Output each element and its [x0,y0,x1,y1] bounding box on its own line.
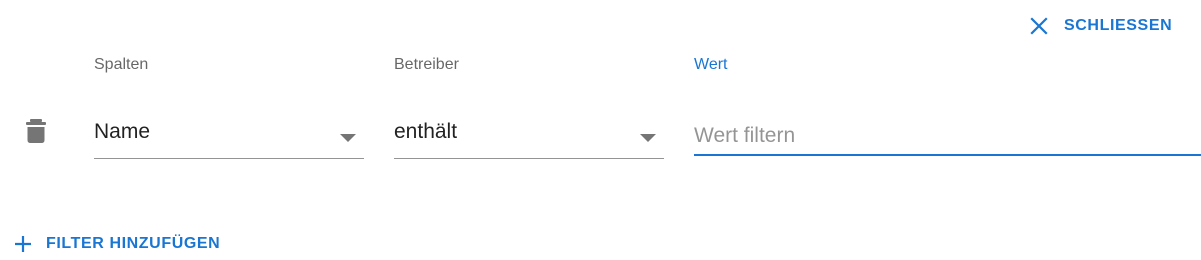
plus-icon [14,235,32,253]
add-filter-button[interactable]: FILTER HINZUFÜGEN [14,228,220,260]
close-icon [1030,17,1048,35]
dropdown-arrow-icon [640,129,656,147]
add-filter-label: FILTER HINZUFÜGEN [46,235,221,252]
close-button-label: SCHLIESSEN [1064,17,1173,34]
filter-value-input[interactable] [694,104,1201,156]
column-select-value: Name [94,120,151,143]
operator-label: Betreiber [394,56,459,73]
column-select[interactable]: Name [94,104,364,159]
operator-select[interactable]: enthält [394,104,664,159]
dropdown-arrow-icon [340,129,356,147]
column-label: Spalten [94,56,149,73]
operator-select-value: enthält [394,120,458,143]
delete-filter-button[interactable] [19,116,53,150]
close-button[interactable]: SCHLIESSEN [1030,10,1172,42]
value-label: Wert [694,56,728,73]
trash-icon [26,118,46,148]
